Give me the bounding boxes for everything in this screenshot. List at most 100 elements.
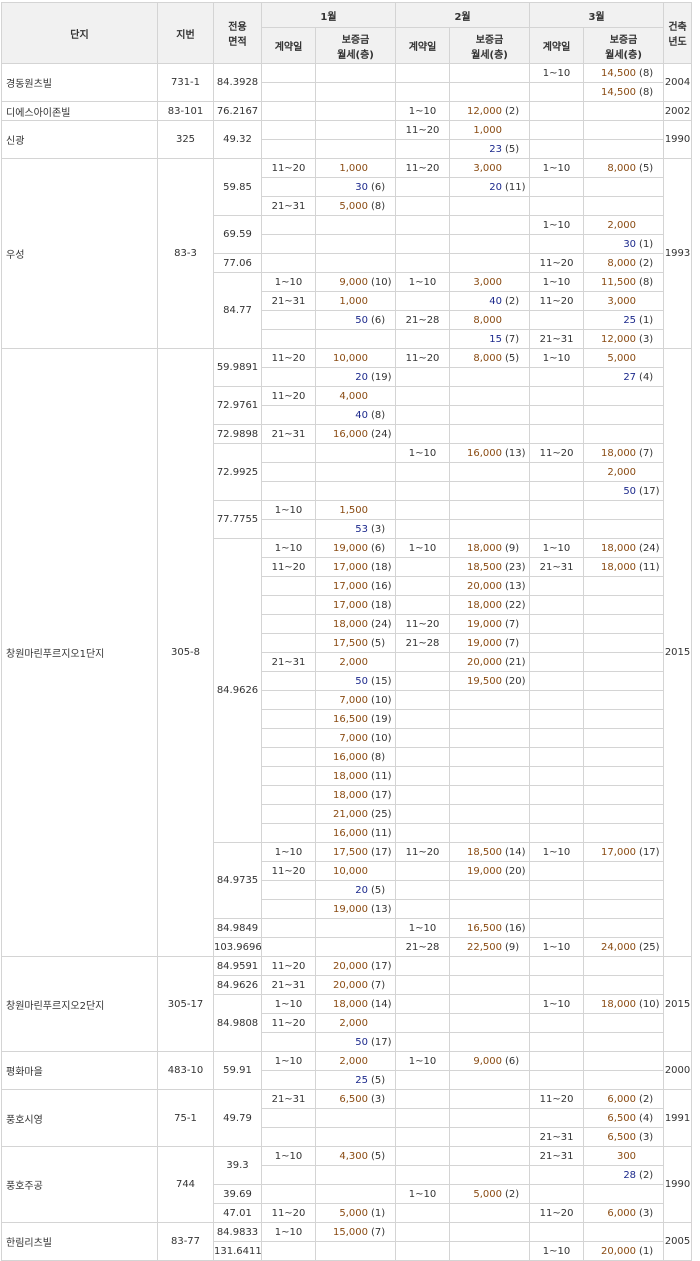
complex-name: 경동원츠빌 bbox=[1, 63, 158, 102]
deposit-rent bbox=[583, 709, 665, 729]
floor-number: (2) bbox=[639, 1093, 654, 1105]
area-value: 84.3928 bbox=[213, 63, 262, 102]
deposit-amount: 18,000 bbox=[467, 599, 503, 611]
contract-day: 11~20 bbox=[529, 1089, 585, 1109]
deposit-amount: 17,500 bbox=[333, 637, 369, 649]
contract-day bbox=[261, 1165, 316, 1185]
deposit-rent bbox=[449, 1127, 531, 1147]
contract-day bbox=[261, 1032, 316, 1052]
deposit-rent bbox=[314, 481, 397, 501]
deposit-amount: 8,000 bbox=[607, 257, 637, 269]
contract-day bbox=[395, 652, 451, 672]
deposit-amount: 5,000 bbox=[339, 1207, 369, 1219]
contract-day bbox=[395, 1165, 451, 1185]
contract-day: 11~20 bbox=[395, 158, 451, 178]
deposit-rent bbox=[314, 120, 397, 140]
built-year: 2000 bbox=[663, 1051, 693, 1090]
complex-name: 창원마린푸르지오1단지 bbox=[1, 348, 158, 957]
contract-day bbox=[261, 766, 316, 786]
deposit-rent bbox=[583, 1032, 665, 1052]
deposit-rent: 18,500 (23) bbox=[449, 557, 531, 577]
deposit-rent bbox=[583, 785, 665, 805]
deposit-rent bbox=[583, 899, 665, 919]
floor-number: (2) bbox=[505, 105, 520, 117]
deposit-rent bbox=[583, 177, 665, 197]
lot-number: 483-10 bbox=[157, 1051, 214, 1090]
lot-number: 325 bbox=[157, 120, 214, 159]
deposit-rent: 1,000 bbox=[449, 120, 531, 140]
deposit-rent: 6,500 (3) bbox=[314, 1089, 397, 1109]
deposit-rent bbox=[583, 728, 665, 748]
deposit-rent: 10,000 bbox=[314, 861, 397, 881]
deposit-rent: 18,000 (11) bbox=[314, 766, 397, 786]
contract-day bbox=[261, 899, 316, 919]
deposit-rent: 14,500 (8) bbox=[583, 63, 665, 83]
contract-day bbox=[529, 1070, 585, 1090]
contract-day: 11~20 bbox=[395, 842, 451, 862]
deposit-rent: 19,000 (20) bbox=[449, 861, 531, 881]
deposit-rent bbox=[449, 994, 531, 1014]
deposit-rent: 18,000 (11) bbox=[583, 557, 665, 577]
deposit-rent bbox=[314, 215, 397, 235]
contract-day: 1~10 bbox=[529, 63, 585, 83]
floor-number: (20) bbox=[505, 865, 526, 877]
deposit-rent: 2,000 bbox=[583, 462, 665, 482]
deposit-amount: 1,500 bbox=[339, 504, 369, 516]
contract-day bbox=[395, 747, 451, 767]
contract-day bbox=[261, 1127, 316, 1147]
deposit-rent bbox=[449, 1108, 531, 1128]
deposit-rent: 6,500 (4) bbox=[583, 1108, 665, 1128]
floor-number: (24) bbox=[371, 618, 392, 630]
deposit-rent bbox=[449, 956, 531, 976]
floor-number: (9) bbox=[505, 941, 520, 953]
contract-day bbox=[529, 1108, 585, 1128]
deposit-rent bbox=[583, 1070, 665, 1090]
lot-number: 83-77 bbox=[157, 1222, 214, 1261]
monthly-rent: 28 bbox=[623, 1169, 637, 1181]
floor-number: (2) bbox=[505, 1188, 520, 1200]
deposit-rent: 1,000 bbox=[314, 158, 397, 178]
deposit-rent bbox=[583, 690, 665, 710]
contract-day bbox=[529, 595, 585, 615]
contract-day bbox=[529, 310, 585, 330]
deposit-rent: 15,000 (7) bbox=[314, 1222, 397, 1242]
header-complex: 단지 bbox=[1, 2, 158, 64]
contract-day bbox=[261, 1241, 316, 1261]
deposit-rent: 3,000 bbox=[449, 158, 531, 178]
built-year: 1993 bbox=[663, 158, 693, 349]
header-contract-day-2: 계약일 bbox=[395, 27, 451, 64]
contract-day: 1~10 bbox=[395, 538, 451, 558]
contract-day bbox=[529, 785, 585, 805]
deposit-rent: 19,500 (20) bbox=[449, 671, 531, 691]
deposit-rent: 14,500 (8) bbox=[583, 82, 665, 102]
deposit-rent bbox=[449, 82, 531, 102]
contract-day: 1~10 bbox=[261, 272, 316, 292]
deposit-rent: 18,000 (17) bbox=[314, 785, 397, 805]
deposit-rent: 23 (5) bbox=[449, 139, 531, 159]
deposit-rent bbox=[583, 804, 665, 824]
deposit-amount: 16,000 bbox=[333, 751, 369, 763]
contract-day: 1~10 bbox=[261, 538, 316, 558]
deposit-amount: 19,000 bbox=[333, 542, 369, 554]
floor-number: (8) bbox=[371, 409, 386, 421]
deposit-rent bbox=[449, 1241, 531, 1261]
deposit-rent: 30 (6) bbox=[314, 177, 397, 197]
deposit-rent: 16,000 (11) bbox=[314, 823, 397, 843]
deposit-rent: 12,000 (3) bbox=[583, 329, 665, 349]
floor-number: (3) bbox=[639, 1131, 654, 1143]
deposit-rent: 8,000 (5) bbox=[449, 348, 531, 368]
deposit-rent: 1,000 bbox=[314, 291, 397, 311]
contract-day bbox=[529, 918, 585, 938]
header-lot: 지번 bbox=[157, 2, 214, 64]
contract-day bbox=[395, 975, 451, 995]
deposit-rent: 21,000 (25) bbox=[314, 804, 397, 824]
floor-number: (18) bbox=[371, 561, 392, 573]
deposit-rent: 40 (8) bbox=[314, 405, 397, 425]
floor-number: (4) bbox=[639, 1112, 654, 1124]
deposit-rent bbox=[314, 1241, 397, 1261]
floor-number: (10) bbox=[371, 732, 392, 744]
contract-day bbox=[529, 120, 585, 140]
deposit-amount: 2,000 bbox=[339, 656, 369, 668]
contract-day bbox=[395, 82, 451, 102]
deposit-rent bbox=[314, 63, 397, 83]
